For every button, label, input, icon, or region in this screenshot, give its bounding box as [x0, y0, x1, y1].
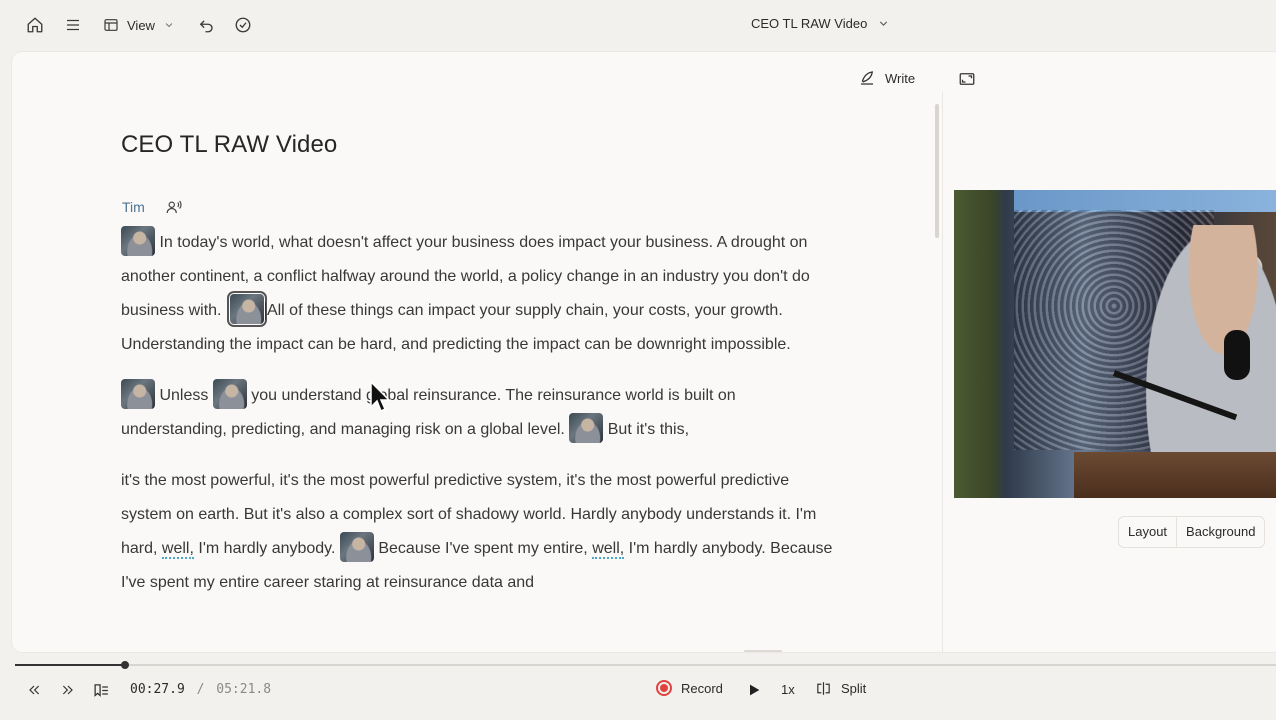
transcript-text: I'm hardly anybody.: [198, 540, 336, 557]
layout-tab[interactable]: Layout: [1119, 517, 1176, 547]
transcript-scrollbar[interactable]: [935, 104, 939, 238]
play-icon: [750, 684, 760, 696]
video-frame-detail: [1144, 225, 1276, 465]
home-icon: [27, 17, 43, 33]
clip-thumbnail[interactable]: [121, 378, 155, 409]
resize-handle[interactable]: [744, 650, 782, 652]
transcript-text: Because I've spent my entire,: [378, 540, 588, 557]
view-label: View: [127, 17, 155, 33]
speaker-row: Tim: [122, 198, 183, 216]
hamburger-icon: [67, 19, 79, 31]
top-toolbar: View CEO TL RAW Video: [0, 0, 1276, 50]
skip-back-button[interactable]: [26, 680, 42, 700]
total-time: 05:21.8: [216, 682, 272, 697]
current-time: 00:27.9: [130, 682, 185, 697]
timeline-playhead[interactable]: [121, 661, 129, 669]
pen-icon: [861, 71, 874, 85]
filler-word-highlight[interactable]: well,: [592, 540, 625, 559]
check-button[interactable]: [233, 12, 253, 38]
video-preview[interactable]: [954, 190, 1276, 498]
menu-button[interactable]: [63, 12, 83, 38]
timeline-progress-fill: [15, 664, 125, 666]
mouse-pointer-icon: [370, 381, 391, 413]
editor-panel: Write CEO TL RAW Video Tim In today's wo…: [12, 52, 1276, 652]
split-label: Split: [841, 681, 867, 696]
clip-thumbnail[interactable]: [569, 412, 604, 443]
clip-thumbnail[interactable]: [339, 531, 374, 562]
transcript-paragraph: it's the most powerful, it's the most po…: [121, 464, 836, 600]
speaker-name[interactable]: Tim: [122, 199, 145, 215]
chevrons-right-icon: [62, 685, 73, 695]
home-button[interactable]: [25, 12, 45, 38]
skip-forward-button[interactable]: [60, 680, 76, 700]
chevron-down-icon: [880, 21, 888, 26]
play-button[interactable]: [746, 680, 762, 700]
video-frame-detail: [1014, 190, 1276, 212]
timecode: 00:27.9 / 05:21.8: [130, 682, 271, 697]
view-dropdown[interactable]: View: [103, 12, 179, 38]
video-frame-detail: [1074, 452, 1276, 498]
split-button[interactable]: Split: [815, 680, 866, 697]
bookmark-list-icon: [94, 683, 108, 697]
record-label: Record: [681, 680, 723, 696]
clip-thumbnail[interactable]: [121, 225, 155, 256]
chapters-button[interactable]: [92, 680, 111, 700]
speaker-voice-icon[interactable]: [165, 198, 183, 216]
clip-thumbnail[interactable]: [212, 378, 247, 409]
playback-speed-button[interactable]: 1x: [781, 682, 795, 697]
undo-button[interactable]: [196, 12, 216, 38]
video-frame-detail: [1224, 330, 1250, 380]
expand-icon: [959, 73, 975, 85]
transcript-paragraph: In today's world, what doesn't affect yo…: [121, 225, 836, 362]
document-title-dropdown[interactable]: CEO TL RAW Video: [751, 16, 890, 31]
transcript-body[interactable]: In today's world, what doesn't affect yo…: [121, 225, 836, 617]
split-icon: [817, 682, 830, 695]
transcript-text: But it's this,: [607, 421, 690, 438]
fullscreen-button[interactable]: [957, 70, 977, 93]
record-button[interactable]: Record: [656, 680, 723, 696]
video-settings-tabs: Layout Background: [1118, 516, 1266, 548]
time-separator: /: [196, 682, 205, 697]
timeline-progress-bar[interactable]: [15, 661, 1276, 669]
chevron-down-icon: [165, 23, 173, 28]
layout-panel-icon: [104, 19, 118, 31]
text-caret: [264, 301, 266, 320]
check-circle-icon: [235, 17, 251, 33]
filler-word-highlight[interactable]: well,: [161, 540, 194, 559]
chevrons-left-icon: [29, 685, 40, 695]
write-button[interactable]: Write: [858, 69, 915, 87]
undo-icon: [199, 20, 213, 33]
player-controls: 00:27.9 / 05:21.8 Record 1x Split: [0, 672, 1276, 708]
background-tab[interactable]: Background: [1176, 517, 1264, 547]
document-title: CEO TL RAW Video: [751, 16, 868, 31]
transcript-paragraph: Unless you understand global reinsurance…: [121, 378, 836, 447]
panel-divider: [942, 92, 943, 652]
doc-title: CEO TL RAW Video: [121, 131, 338, 158]
write-label: Write: [885, 70, 916, 86]
clip-thumbnail-selected[interactable]: [226, 290, 267, 327]
transcript-text: Unless: [159, 387, 209, 404]
transcript-text: All of these things can impact your supp…: [121, 302, 791, 353]
record-icon: [656, 680, 672, 696]
